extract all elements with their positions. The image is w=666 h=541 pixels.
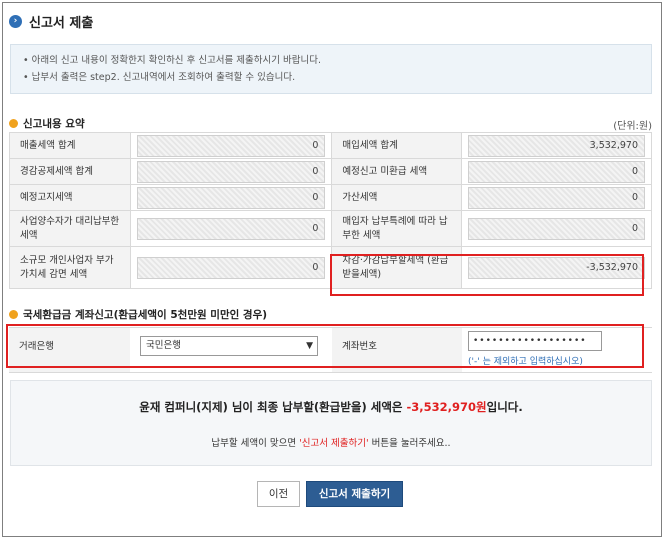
summary-heading: 신고내용 요약 [9,116,85,131]
unit-label: (단위:원) [613,121,652,132]
highlight-box [6,324,644,368]
chevron-right-circle-icon: › [9,14,22,28]
highlight-box [330,254,644,296]
bullet-icon [9,119,18,128]
reduction-deduction-field: 0 [136,160,326,183]
row-label: 매입세액 합계 [331,132,463,159]
row-label: 예정고지세액 [9,184,131,211]
row-label: 매출세액 합계 [9,132,131,159]
proxy-paid-tax-field: 0 [136,217,326,240]
instruction-highlight: '신고서 제출하기' [299,438,369,449]
row-label: 가산세액 [331,184,463,211]
row-label: 소규모 개인사업자 부가가치세 감면 세액 [9,246,131,289]
row-label: 경감공제세액 합계 [9,158,131,185]
final-summary-box: 윤재 컴퍼니(지제) 님이 최종 납부할(환급받을) 세액은 -3,532,97… [10,380,652,466]
sales-tax-total-field: 0 [136,134,326,157]
table-row: 매출세액 합계 0 매입세액 합계 3,532,970 [9,132,652,159]
unrefunded-tax-field: 0 [468,160,645,183]
prev-button[interactable]: 이전 [257,481,300,507]
final-instruction: 납부할 세액이 맞으면 '신고서 제출하기' 버튼을 눌러주세요.. [11,435,651,449]
instruction-prefix: 납부할 세액이 맞으면 [211,438,300,449]
additional-tax-field: 0 [468,186,645,209]
final-msg-prefix: 윤재 컴퍼니(지제) 님이 최종 납부할(환급받을) 세액은 [139,400,407,414]
small-business-reduction-field: 0 [136,256,326,279]
refund-heading-text: 국세환급금 계좌신고(환급세액이 5천만원 미만인 경우) [23,309,268,321]
submit-button[interactable]: 신고서 제출하기 [306,481,403,507]
table-row: 경감공제세액 합계 0 예정신고 미환급 세액 0 [9,158,652,185]
page-title: › 신고서 제출 [9,12,94,31]
row-label: 매입자 납부특례에 따라 납부한 세액 [331,210,463,247]
bullet-icon [9,310,18,319]
instruction-suffix: 버튼을 눌러주세요.. [368,438,451,449]
page-title-text: 신고서 제출 [29,15,94,31]
purchase-tax-total-field: 3,532,970 [468,134,645,157]
notified-tax-field: 0 [136,186,326,209]
final-msg-suffix: 입니다. [486,400,523,414]
row-label: 사업양수자가 대리납부한 세액 [9,210,131,247]
table-row: 예정고지세액 0 가산세액 0 [9,184,652,211]
summary-heading-text: 신고내용 요약 [23,118,85,130]
table-row: 사업양수자가 대리납부한 세액 0 매입자 납부특례에 따라 납부한 세액 0 [9,210,652,247]
notice-line: 납부서 출력은 step2. 신고내역에서 조회하여 출력할 수 있습니다. [23,69,639,86]
buyer-special-tax-field: 0 [468,217,645,240]
refund-heading: 국세환급금 계좌신고(환급세액이 5천만원 미만인 경우) [9,307,267,322]
notice-box: 아래의 신고 내용이 정확한지 확인하신 후 신고서를 제출하시기 바랍니다. … [10,44,652,94]
row-label: 예정신고 미환급 세액 [331,158,463,185]
final-amount-message: 윤재 컴퍼니(지제) 님이 최종 납부할(환급받을) 세액은 -3,532,97… [11,399,651,415]
final-amount: -3,532,970원 [406,400,487,414]
notice-line: 아래의 신고 내용이 정확한지 확인하신 후 신고서를 제출하시기 바랍니다. [23,52,639,69]
